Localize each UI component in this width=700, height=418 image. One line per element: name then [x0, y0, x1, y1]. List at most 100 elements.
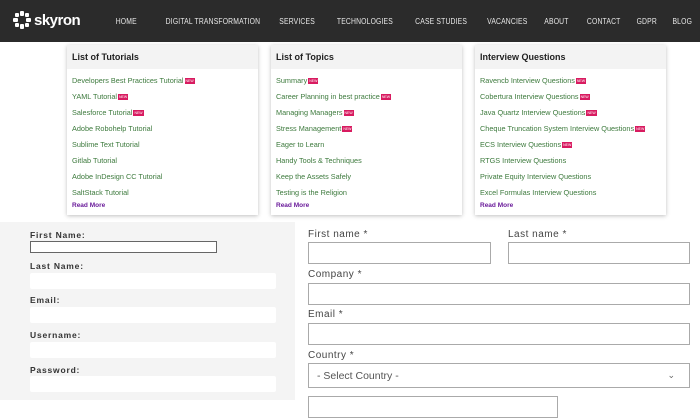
menu-link[interactable]: Career Planning in best practice NEW	[276, 91, 457, 107]
menu-link[interactable]: Summary NEW	[276, 75, 457, 91]
menu-link-label: Gitlab Tutorial	[72, 156, 118, 165]
menu-link[interactable]: Adobe Robohelp Tutorial	[72, 123, 253, 139]
menu-link-label: SaltStack Tutorial	[72, 188, 129, 197]
menu-link-label: Keep the Assets Safely	[276, 172, 352, 181]
menu-link[interactable]: Testing is the Religion	[276, 187, 457, 203]
menu-link-label: Sublime Text Tutorial	[72, 140, 140, 149]
username-input[interactable]	[30, 342, 276, 358]
menu-link[interactable]: Stress Management NEW	[276, 123, 457, 139]
menu-link-label: YAML Tutorial	[72, 92, 118, 101]
menu-link-label: ECS Interview Questions	[480, 140, 562, 149]
menu-link-label: Summary	[276, 76, 308, 85]
menu-link[interactable]: Eager to Learn	[276, 139, 457, 155]
country-selected-value: - Select Country -	[317, 370, 399, 382]
menu-link[interactable]: Ravencb Interview Questions NEW	[480, 75, 661, 91]
password-input[interactable]	[30, 376, 276, 392]
menu-panel: List of Tutorials Developers Best Practic…	[67, 45, 258, 215]
nav-technologies[interactable]: TECHNOLOGIES	[337, 17, 393, 26]
menu-link-label: Ravencb Interview Questions	[480, 76, 575, 85]
email-label: Email *	[308, 309, 344, 320]
menu-link-label: Developers Best Practices Tutorial	[72, 76, 184, 85]
nav-case-studies[interactable]: CASE STUDIES	[415, 17, 467, 26]
nav-digital-transformation[interactable]: DIGITAL TRANSFORMATION	[166, 17, 261, 26]
menu-link[interactable]: RTGS Interview Questions	[480, 155, 661, 171]
menu-link-label: Cobertura Interview Questions	[480, 92, 579, 101]
menu-link[interactable]: Cheque Truncation System Interview Quest…	[480, 123, 661, 139]
menu-link-label: Cheque Truncation System Interview Quest…	[480, 124, 635, 133]
menu-link-label: Salesforce Tutorial	[72, 108, 133, 117]
read-more-link[interactable]: Read More	[67, 202, 258, 209]
new-badge: NEW	[118, 94, 129, 101]
email-input[interactable]	[308, 323, 690, 345]
menu-link-label: Adobe InDesign CC Tutorial	[72, 172, 163, 181]
registration-form-left: First Name: Last Name: Email: Username: …	[0, 222, 295, 400]
new-badge: NEW	[562, 142, 573, 149]
read-more-link[interactable]: Read More	[271, 202, 462, 209]
username-label: Username:	[30, 330, 82, 340]
menu-link[interactable]: Java Quartz Interview Questions NEW	[480, 107, 661, 123]
nav-gdpr[interactable]: GDPR	[636, 17, 656, 26]
menu-link[interactable]: Managing Managers NEW	[276, 107, 457, 123]
menu-link-label: Adobe Robohelp Tutorial	[72, 124, 153, 133]
first-name-input[interactable]	[30, 241, 217, 253]
chevron-down-icon: ⌄	[667, 370, 675, 380]
menu-link[interactable]: Excel Formulas Interview Questions	[480, 187, 661, 203]
menu-link[interactable]: Handy Tools & Techniques	[276, 155, 457, 171]
new-badge: NEW	[575, 78, 587, 85]
menu-link[interactable]: SaltStack Tutorial	[72, 187, 253, 203]
first-name-label: First name *	[308, 229, 368, 240]
menu-link[interactable]: Developers Best Practices Tutorial NEW	[72, 75, 253, 91]
skyron-logo-icon	[13, 11, 31, 29]
menu-link[interactable]: YAML Tutorial NEW	[72, 91, 253, 107]
first-name-input[interactable]	[308, 242, 491, 264]
menu-link-label: Career Planning in best practice	[276, 92, 380, 101]
new-badge: NEW	[343, 110, 354, 117]
menu-panel: List of Topics Summary NEW Career Planning …	[271, 45, 462, 215]
menu-link[interactable]: Keep the Assets Safely	[276, 171, 457, 187]
new-badge: NEW	[308, 78, 319, 85]
last-name-input[interactable]	[30, 273, 276, 289]
new-badge: NEW	[184, 78, 195, 85]
panel-title: List of Topics	[271, 45, 462, 69]
next-input[interactable]	[308, 396, 558, 418]
company-input[interactable]	[308, 283, 690, 305]
menu-link[interactable]: Cobertura Interview Questions NEW	[480, 91, 661, 107]
nav-home[interactable]: HOME	[116, 17, 137, 26]
nav-contact[interactable]: CONTACT	[586, 17, 620, 26]
main-nav: HOME DIGITAL TRANSFORMATION SERVICES TECHNO…	[100, 0, 692, 42]
menu-link-label: Managing Managers	[276, 108, 343, 117]
password-label: Password:	[30, 365, 81, 375]
top-navbar: skyron HOME DIGITAL TRANSFORMATION SERVICE…	[0, 0, 700, 42]
menu-link[interactable]: Salesforce Tutorial NEW	[72, 107, 253, 123]
menu-link[interactable]: Private Equity Interview Questions	[480, 171, 661, 187]
nav-vacancies[interactable]: VACANCIES	[487, 17, 527, 26]
menu-link-label: Testing is the Religion	[276, 188, 347, 197]
panel-title: List of Tutorials	[67, 45, 258, 69]
menu-link[interactable]: ECS Interview Questions NEW	[480, 139, 661, 155]
email-input[interactable]	[30, 307, 276, 323]
new-badge: NEW	[380, 94, 392, 101]
country-select[interactable]: - Select Country - ⌄	[308, 363, 690, 388]
menu-link-label: Java Quartz Interview Questions	[480, 108, 586, 117]
menu-link-label: Private Equity Interview Questions	[480, 172, 592, 181]
nav-about[interactable]: ABOUT	[544, 17, 568, 26]
menu-link[interactable]: Gitlab Tutorial	[72, 155, 253, 171]
menu-link[interactable]: Adobe InDesign CC Tutorial	[72, 171, 253, 187]
menu-link-label: Handy Tools & Techniques	[276, 156, 362, 165]
nav-services[interactable]: SERVICES	[279, 17, 315, 26]
menu-link-label: Excel Formulas Interview Questions	[480, 188, 597, 197]
new-badge: NEW	[342, 126, 353, 133]
nav-blog[interactable]: BLOG	[672, 17, 692, 26]
country-label: Country *	[308, 350, 355, 361]
last-name-label: Last Name:	[30, 261, 84, 271]
last-name-label: Last name *	[508, 229, 567, 240]
last-name-input[interactable]	[508, 242, 690, 264]
panel-title: Interview Questions	[475, 45, 666, 69]
menu-panel: Interview Questions Ravencb Interview Que…	[475, 45, 666, 215]
new-badge: NEW	[635, 126, 646, 133]
first-name-label: First Name:	[30, 230, 86, 240]
read-more-link[interactable]: Read More	[475, 202, 666, 209]
menu-link[interactable]: Sublime Text Tutorial	[72, 139, 253, 155]
logo[interactable]: skyron	[13, 11, 81, 29]
mega-menu: List of Tutorials Developers Best Practic…	[0, 42, 700, 222]
